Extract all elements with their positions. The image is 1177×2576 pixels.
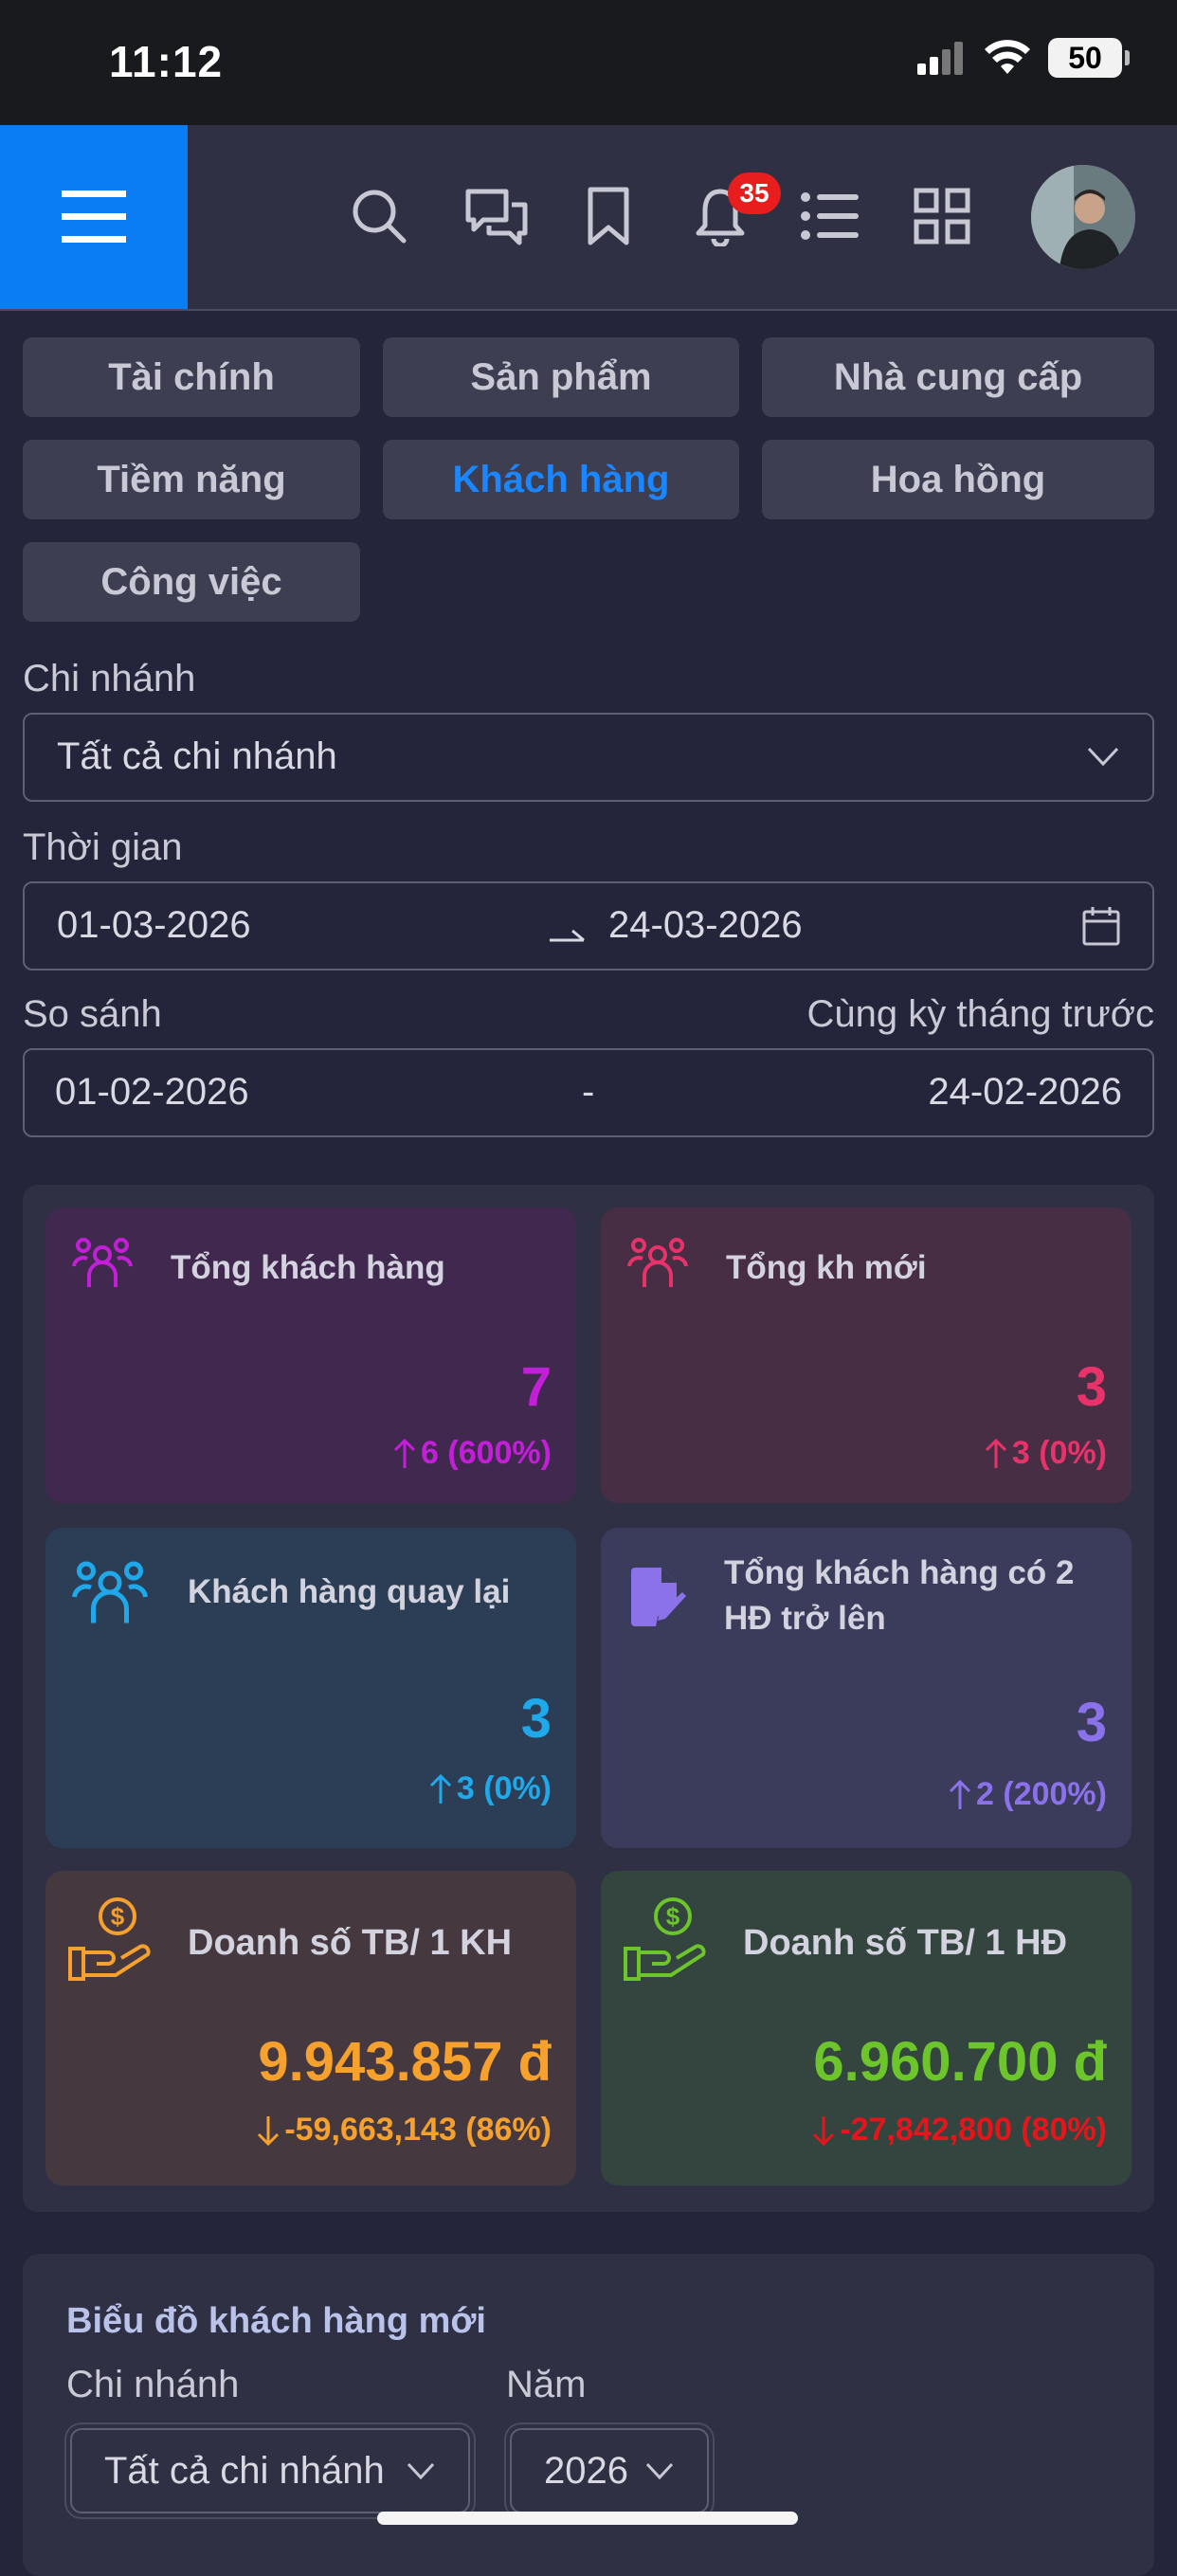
stat-title: Khách hàng quay lại bbox=[188, 1573, 511, 1610]
chevron-down-icon bbox=[407, 2462, 435, 2480]
users-icon bbox=[72, 1238, 133, 1287]
range-separator-icon bbox=[550, 929, 585, 942]
compare-to: 24-02-2026 bbox=[928, 1071, 1122, 1113]
new-customers-chart-panel: Biểu đồ khách hàng mới Chi nhánh Năm Tất… bbox=[23, 2254, 1154, 2576]
stat-value: 7 bbox=[520, 1356, 552, 1418]
chat-icon bbox=[465, 189, 528, 245]
stat-value: 6.960.700 đ bbox=[813, 2031, 1107, 2093]
stat-card-avg-revenue-per-contract: $ Doanh số TB/ 1 HĐ 6.960.700 đ -27,842,… bbox=[601, 1871, 1132, 2186]
arrow-up-icon bbox=[429, 1773, 451, 1804]
stat-card-repeat-contract-customers: Tổng khách hàng có 2 HĐ trở lên 3 2 (200… bbox=[601, 1528, 1132, 1848]
list-button[interactable] bbox=[792, 178, 868, 254]
menu-button[interactable] bbox=[0, 125, 188, 309]
chat-button[interactable] bbox=[459, 178, 534, 254]
branch-value: Tất cả chi nhánh bbox=[57, 735, 337, 777]
document-edit-icon bbox=[631, 1568, 686, 1626]
svg-text:$: $ bbox=[111, 1902, 125, 1931]
stat-card-new-customers: Tổng kh mới 3 3 (0%) bbox=[601, 1207, 1132, 1503]
grid-icon bbox=[914, 188, 970, 245]
stat-title: Doanh số TB/ 1 KH bbox=[188, 1923, 513, 1963]
battery-icon: 50 bbox=[1048, 38, 1130, 78]
chart-branch-label: Chi nhánh bbox=[66, 2364, 240, 2405]
stat-title: Tổng khách hàng có 2 HĐ trở lên bbox=[724, 1554, 1075, 1637]
stat-title: Tổng khách hàng bbox=[171, 1249, 445, 1286]
stat-title: Doanh số TB/ 1 HĐ bbox=[743, 1923, 1068, 1963]
cellular-signal-icon bbox=[917, 42, 963, 75]
tab-san-pham[interactable]: Sản phẩm bbox=[383, 337, 739, 417]
svg-text:$: $ bbox=[666, 1902, 680, 1931]
stat-value: 3 bbox=[1076, 1692, 1107, 1753]
stat-card-returning-customers: Khách hàng quay lại 3 3 (0%) bbox=[45, 1528, 576, 1848]
branch-label: Chi nhánh bbox=[23, 658, 196, 699]
user-photo-icon bbox=[1031, 165, 1135, 269]
date-range-picker[interactable]: 01-03-2026 24-03-2026 bbox=[23, 881, 1154, 971]
status-bar: 11:12 50 bbox=[0, 0, 1177, 125]
compare-label: So sánh bbox=[23, 993, 162, 1035]
bookmark-button[interactable] bbox=[570, 178, 646, 254]
compare-mode[interactable]: Cùng kỳ tháng trước bbox=[806, 993, 1154, 1036]
stat-change: 6 (600%) bbox=[392, 1435, 552, 1472]
stat-title: Tổng kh mới bbox=[726, 1249, 927, 1286]
stat-change: -27,842,800 (80%) bbox=[811, 2112, 1107, 2149]
stat-change: -59,663,143 (86%) bbox=[256, 2112, 552, 2149]
arrow-up-icon bbox=[985, 1438, 1006, 1468]
stat-change: 2 (200%) bbox=[948, 1776, 1107, 1813]
menu-icon bbox=[62, 190, 126, 243]
compare-separator: - bbox=[582, 1071, 595, 1113]
stats-panel: Tổng khách hàng 7 6 (600%) Tổng kh mới 3… bbox=[23, 1185, 1154, 2212]
tab-khach-hang[interactable]: Khách hàng bbox=[383, 440, 739, 519]
money-hand-icon: $ bbox=[68, 1897, 151, 1981]
stat-card-avg-revenue-per-customer: $ Doanh số TB/ 1 KH 9.943.857 đ -59,663,… bbox=[45, 1871, 576, 2186]
stat-change: 3 (0%) bbox=[984, 1435, 1107, 1472]
search-button[interactable] bbox=[341, 178, 417, 254]
chevron-down-icon bbox=[1087, 747, 1119, 767]
time-label: Thời gian bbox=[23, 826, 183, 868]
chart-branch-select[interactable]: Tất cả chi nhánh bbox=[66, 2424, 474, 2517]
status-icons: 50 bbox=[917, 38, 1130, 78]
list-icon bbox=[801, 192, 859, 240]
money-hand-icon: $ bbox=[624, 1897, 706, 1981]
users-icon bbox=[627, 1238, 688, 1287]
chart-title: Biểu đồ khách hàng mới bbox=[66, 2301, 486, 2341]
tab-hoa-hong[interactable]: Hoa hồng bbox=[762, 440, 1154, 519]
branch-select[interactable]: Tất cả chi nhánh bbox=[23, 713, 1154, 802]
tab-tai-chinh[interactable]: Tài chính bbox=[23, 337, 360, 417]
date-from[interactable]: 01-03-2026 bbox=[57, 904, 251, 947]
search-icon bbox=[353, 190, 407, 244]
bookmark-icon bbox=[588, 187, 629, 245]
arrow-up-icon bbox=[393, 1438, 416, 1468]
stat-change: 3 (0%) bbox=[428, 1770, 552, 1807]
wifi-icon bbox=[985, 40, 1030, 74]
users-icon bbox=[72, 1561, 148, 1624]
arrow-down-icon bbox=[258, 2115, 280, 2146]
stat-card-total-customers: Tổng khách hàng 7 6 (600%) bbox=[45, 1207, 576, 1503]
home-indicator[interactable] bbox=[377, 2512, 798, 2525]
notification-badge: 35 bbox=[728, 172, 781, 214]
stat-value: 3 bbox=[520, 1688, 552, 1750]
tab-cong-viec[interactable]: Công việc bbox=[23, 542, 360, 622]
chart-year-label: Năm bbox=[506, 2364, 587, 2405]
avatar[interactable] bbox=[1031, 165, 1135, 269]
tab-nha-cung-cap[interactable]: Nhà cung cấp bbox=[762, 337, 1154, 417]
arrow-up-icon bbox=[949, 1779, 971, 1809]
status-time: 11:12 bbox=[109, 37, 224, 86]
chart-year-select[interactable]: 2026 bbox=[506, 2424, 713, 2517]
apps-button[interactable] bbox=[904, 178, 980, 254]
stat-value: 3 bbox=[1076, 1356, 1107, 1418]
calendar-icon bbox=[1082, 907, 1120, 946]
chevron-down-icon bbox=[645, 2462, 674, 2480]
arrow-down-icon bbox=[813, 2115, 835, 2146]
compare-from: 01-02-2026 bbox=[55, 1071, 249, 1113]
app-header: 35 bbox=[0, 125, 1177, 311]
date-to[interactable]: 24-03-2026 bbox=[608, 904, 803, 947]
tab-tiem-nang[interactable]: Tiềm năng bbox=[23, 440, 360, 519]
stat-value: 9.943.857 đ bbox=[258, 2031, 552, 2093]
compare-range[interactable]: 01-02-2026 - 24-02-2026 bbox=[23, 1048, 1154, 1137]
